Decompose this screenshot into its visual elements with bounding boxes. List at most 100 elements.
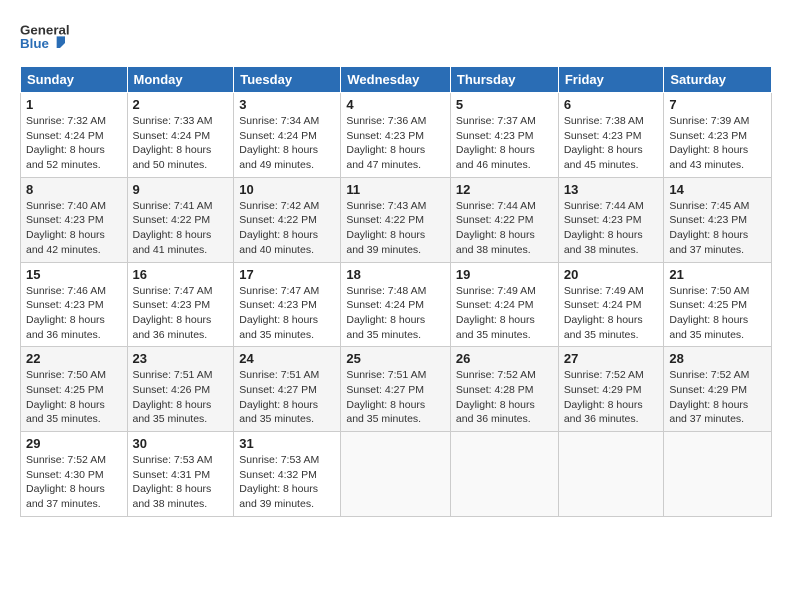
weekday-header-tuesday: Tuesday [234, 67, 341, 93]
calendar-cell: 22 Sunrise: 7:50 AMSunset: 4:25 PMDaylig… [21, 347, 128, 432]
day-info: Sunrise: 7:49 AMSunset: 4:24 PMDaylight:… [456, 285, 536, 341]
calendar-cell [558, 432, 664, 517]
day-number: 5 [456, 97, 553, 112]
day-info: Sunrise: 7:52 AMSunset: 4:29 PMDaylight:… [669, 369, 749, 425]
calendar-cell: 26 Sunrise: 7:52 AMSunset: 4:28 PMDaylig… [450, 347, 558, 432]
weekday-header-saturday: Saturday [664, 67, 772, 93]
calendar-cell: 8 Sunrise: 7:40 AMSunset: 4:23 PMDayligh… [21, 177, 128, 262]
day-info: Sunrise: 7:52 AMSunset: 4:30 PMDaylight:… [26, 454, 106, 510]
calendar-cell: 31 Sunrise: 7:53 AMSunset: 4:32 PMDaylig… [234, 432, 341, 517]
calendar-cell: 14 Sunrise: 7:45 AMSunset: 4:23 PMDaylig… [664, 177, 772, 262]
calendar-cell: 18 Sunrise: 7:48 AMSunset: 4:24 PMDaylig… [341, 262, 451, 347]
day-number: 24 [239, 351, 335, 366]
day-number: 2 [133, 97, 229, 112]
day-number: 10 [239, 182, 335, 197]
day-info: Sunrise: 7:43 AMSunset: 4:22 PMDaylight:… [346, 200, 426, 256]
calendar-cell [664, 432, 772, 517]
weekday-header-monday: Monday [127, 67, 234, 93]
weekday-header-friday: Friday [558, 67, 664, 93]
day-info: Sunrise: 7:45 AMSunset: 4:23 PMDaylight:… [669, 200, 749, 256]
day-number: 18 [346, 267, 445, 282]
svg-text:Blue: Blue [20, 36, 49, 51]
day-number: 1 [26, 97, 122, 112]
calendar-cell: 15 Sunrise: 7:46 AMSunset: 4:23 PMDaylig… [21, 262, 128, 347]
day-info: Sunrise: 7:51 AMSunset: 4:27 PMDaylight:… [239, 369, 319, 425]
calendar-cell: 21 Sunrise: 7:50 AMSunset: 4:25 PMDaylig… [664, 262, 772, 347]
calendar-cell: 29 Sunrise: 7:52 AMSunset: 4:30 PMDaylig… [21, 432, 128, 517]
day-number: 12 [456, 182, 553, 197]
calendar-cell: 24 Sunrise: 7:51 AMSunset: 4:27 PMDaylig… [234, 347, 341, 432]
calendar-page: General Blue SundayMondayTuesdayWednesda… [0, 0, 792, 612]
day-info: Sunrise: 7:47 AMSunset: 4:23 PMDaylight:… [239, 285, 319, 341]
day-info: Sunrise: 7:34 AMSunset: 4:24 PMDaylight:… [239, 115, 319, 171]
day-number: 28 [669, 351, 766, 366]
calendar-week-5: 29 Sunrise: 7:52 AMSunset: 4:30 PMDaylig… [21, 432, 772, 517]
calendar-cell: 2 Sunrise: 7:33 AMSunset: 4:24 PMDayligh… [127, 93, 234, 178]
day-number: 29 [26, 436, 122, 451]
day-number: 16 [133, 267, 229, 282]
calendar-cell: 7 Sunrise: 7:39 AMSunset: 4:23 PMDayligh… [664, 93, 772, 178]
day-number: 30 [133, 436, 229, 451]
day-info: Sunrise: 7:39 AMSunset: 4:23 PMDaylight:… [669, 115, 749, 171]
calendar-table: SundayMondayTuesdayWednesdayThursdayFrid… [20, 66, 772, 517]
day-number: 26 [456, 351, 553, 366]
day-number: 23 [133, 351, 229, 366]
day-info: Sunrise: 7:44 AMSunset: 4:22 PMDaylight:… [456, 200, 536, 256]
day-info: Sunrise: 7:50 AMSunset: 4:25 PMDaylight:… [26, 369, 106, 425]
day-number: 7 [669, 97, 766, 112]
day-number: 13 [564, 182, 659, 197]
calendar-cell: 1 Sunrise: 7:32 AMSunset: 4:24 PMDayligh… [21, 93, 128, 178]
calendar-cell: 5 Sunrise: 7:37 AMSunset: 4:23 PMDayligh… [450, 93, 558, 178]
day-number: 19 [456, 267, 553, 282]
calendar-cell: 17 Sunrise: 7:47 AMSunset: 4:23 PMDaylig… [234, 262, 341, 347]
day-number: 22 [26, 351, 122, 366]
day-info: Sunrise: 7:42 AMSunset: 4:22 PMDaylight:… [239, 200, 319, 256]
day-info: Sunrise: 7:51 AMSunset: 4:26 PMDaylight:… [133, 369, 213, 425]
calendar-cell: 11 Sunrise: 7:43 AMSunset: 4:22 PMDaylig… [341, 177, 451, 262]
day-number: 17 [239, 267, 335, 282]
logo: General Blue [20, 18, 72, 58]
calendar-cell: 9 Sunrise: 7:41 AMSunset: 4:22 PMDayligh… [127, 177, 234, 262]
calendar-cell: 6 Sunrise: 7:38 AMSunset: 4:23 PMDayligh… [558, 93, 664, 178]
calendar-cell: 25 Sunrise: 7:51 AMSunset: 4:27 PMDaylig… [341, 347, 451, 432]
calendar-cell [341, 432, 451, 517]
day-info: Sunrise: 7:32 AMSunset: 4:24 PMDaylight:… [26, 115, 106, 171]
day-info: Sunrise: 7:49 AMSunset: 4:24 PMDaylight:… [564, 285, 644, 341]
day-number: 4 [346, 97, 445, 112]
day-info: Sunrise: 7:50 AMSunset: 4:25 PMDaylight:… [669, 285, 749, 341]
day-info: Sunrise: 7:52 AMSunset: 4:28 PMDaylight:… [456, 369, 536, 425]
calendar-week-3: 15 Sunrise: 7:46 AMSunset: 4:23 PMDaylig… [21, 262, 772, 347]
logo-svg: General Blue [20, 18, 70, 58]
day-number: 20 [564, 267, 659, 282]
day-number: 8 [26, 182, 122, 197]
day-info: Sunrise: 7:33 AMSunset: 4:24 PMDaylight:… [133, 115, 213, 171]
day-info: Sunrise: 7:48 AMSunset: 4:24 PMDaylight:… [346, 285, 426, 341]
calendar-cell: 30 Sunrise: 7:53 AMSunset: 4:31 PMDaylig… [127, 432, 234, 517]
calendar-cell: 20 Sunrise: 7:49 AMSunset: 4:24 PMDaylig… [558, 262, 664, 347]
day-number: 14 [669, 182, 766, 197]
weekday-header-wednesday: Wednesday [341, 67, 451, 93]
calendar-cell: 19 Sunrise: 7:49 AMSunset: 4:24 PMDaylig… [450, 262, 558, 347]
day-info: Sunrise: 7:41 AMSunset: 4:22 PMDaylight:… [133, 200, 213, 256]
day-number: 25 [346, 351, 445, 366]
calendar-cell: 10 Sunrise: 7:42 AMSunset: 4:22 PMDaylig… [234, 177, 341, 262]
calendar-week-2: 8 Sunrise: 7:40 AMSunset: 4:23 PMDayligh… [21, 177, 772, 262]
weekday-header-row: SundayMondayTuesdayWednesdayThursdayFrid… [21, 67, 772, 93]
day-info: Sunrise: 7:53 AMSunset: 4:31 PMDaylight:… [133, 454, 213, 510]
calendar-cell: 4 Sunrise: 7:36 AMSunset: 4:23 PMDayligh… [341, 93, 451, 178]
day-number: 9 [133, 182, 229, 197]
day-info: Sunrise: 7:38 AMSunset: 4:23 PMDaylight:… [564, 115, 644, 171]
day-info: Sunrise: 7:44 AMSunset: 4:23 PMDaylight:… [564, 200, 644, 256]
day-info: Sunrise: 7:51 AMSunset: 4:27 PMDaylight:… [346, 369, 426, 425]
day-info: Sunrise: 7:47 AMSunset: 4:23 PMDaylight:… [133, 285, 213, 341]
calendar-body: 1 Sunrise: 7:32 AMSunset: 4:24 PMDayligh… [21, 93, 772, 517]
day-number: 11 [346, 182, 445, 197]
weekday-header-thursday: Thursday [450, 67, 558, 93]
day-info: Sunrise: 7:52 AMSunset: 4:29 PMDaylight:… [564, 369, 644, 425]
calendar-cell: 23 Sunrise: 7:51 AMSunset: 4:26 PMDaylig… [127, 347, 234, 432]
calendar-cell: 16 Sunrise: 7:47 AMSunset: 4:23 PMDaylig… [127, 262, 234, 347]
day-number: 21 [669, 267, 766, 282]
day-number: 6 [564, 97, 659, 112]
day-info: Sunrise: 7:46 AMSunset: 4:23 PMDaylight:… [26, 285, 106, 341]
day-number: 3 [239, 97, 335, 112]
